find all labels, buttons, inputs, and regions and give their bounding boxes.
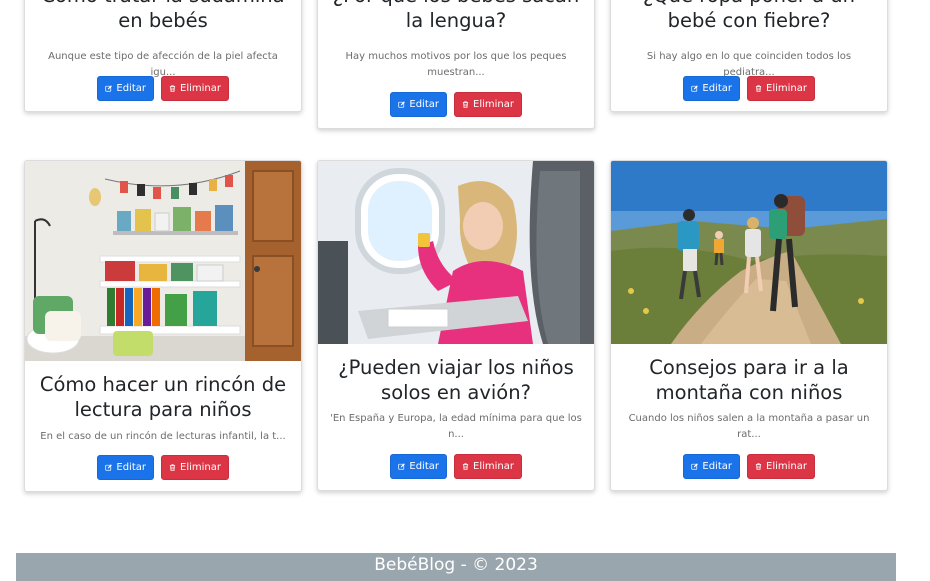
post-title[interactable]: Cómo hacer un rincón de lectura para niñ…: [33, 372, 293, 422]
post-image[interactable]: [318, 161, 594, 344]
post-actions: Editar Eliminar: [611, 76, 887, 101]
delete-button[interactable]: Eliminar: [454, 454, 522, 479]
pencil-square-icon: [398, 101, 405, 108]
post-image[interactable]: [611, 161, 887, 344]
trash-icon: [169, 464, 176, 471]
edit-button[interactable]: Editar: [390, 454, 447, 479]
edit-button-label: Editar: [116, 83, 146, 94]
post-title[interactable]: ¿Por qué los bebés sacan la lengua?: [326, 0, 586, 33]
edit-button[interactable]: Editar: [97, 455, 154, 480]
post-actions: Editar Eliminar: [25, 455, 301, 480]
delete-button-label: Eliminar: [473, 99, 514, 110]
edit-button[interactable]: Editar: [97, 76, 154, 101]
edit-button-label: Editar: [702, 461, 732, 472]
post-title[interactable]: ¿Pueden viajar los niños solos en avión?: [326, 355, 586, 405]
post-card: ¿Pueden viajar los niños solos en avión?…: [317, 160, 595, 491]
post-card: ¿Por qué los bebés sacan la lengua? Hay …: [317, 0, 595, 129]
delete-button[interactable]: Eliminar: [454, 92, 522, 117]
edit-button[interactable]: Editar: [683, 454, 740, 479]
post-title[interactable]: ¿Qué ropa poner a un bebé con fiebre?: [619, 0, 879, 33]
post-card: Consejos para ir a la montaña con niños …: [610, 160, 888, 491]
delete-button-label: Eliminar: [766, 83, 807, 94]
edit-button-label: Editar: [702, 83, 732, 94]
delete-button-label: Eliminar: [180, 462, 221, 473]
delete-button[interactable]: Eliminar: [747, 454, 815, 479]
trash-icon: [169, 85, 176, 92]
post-actions: Editar Eliminar: [611, 454, 887, 479]
delete-button-label: Eliminar: [766, 461, 807, 472]
trash-icon: [755, 463, 762, 470]
pencil-square-icon: [691, 85, 698, 92]
trash-icon: [462, 101, 469, 108]
delete-button-label: Eliminar: [180, 83, 221, 94]
post-title[interactable]: Consejos para ir a la montaña con niños: [619, 355, 879, 405]
pencil-square-icon: [398, 463, 405, 470]
page-footer: BebéBlog - © 2023: [16, 553, 896, 581]
delete-button[interactable]: Eliminar: [161, 455, 229, 480]
pencil-square-icon: [105, 464, 112, 471]
footer-text: BebéBlog - © 2023: [374, 555, 538, 575]
post-actions: Editar Eliminar: [25, 76, 301, 101]
post-actions: Editar Eliminar: [318, 92, 594, 117]
delete-button[interactable]: Eliminar: [747, 76, 815, 101]
delete-button-label: Eliminar: [473, 461, 514, 472]
post-card: Cómo tratar la sudamina en bebés Aunque …: [24, 0, 302, 112]
edit-button-label: Editar: [409, 461, 439, 472]
edit-button[interactable]: Editar: [683, 76, 740, 101]
delete-button[interactable]: Eliminar: [161, 76, 229, 101]
post-title[interactable]: Cómo tratar la sudamina en bebés: [33, 0, 293, 33]
post-image[interactable]: [25, 161, 301, 361]
edit-button-label: Editar: [409, 99, 439, 110]
trash-icon: [755, 85, 762, 92]
pencil-square-icon: [691, 463, 698, 470]
post-excerpt: Hay muchos motivos por los que los peque…: [345, 51, 567, 78]
post-card: ¿Qué ropa poner a un bebé con fiebre? Si…: [610, 0, 888, 112]
edit-button-label: Editar: [116, 462, 146, 473]
edit-button[interactable]: Editar: [390, 92, 447, 117]
post-excerpt: En el caso de un rincón de lecturas infa…: [40, 431, 286, 442]
pencil-square-icon: [105, 85, 112, 92]
post-card: Cómo hacer un rincón de lectura para niñ…: [24, 160, 302, 492]
post-excerpt: Cuando los niños salen a la montaña a pa…: [628, 413, 870, 440]
trash-icon: [462, 463, 469, 470]
post-actions: Editar Eliminar: [318, 454, 594, 479]
post-excerpt: 'En España y Europa, la edad mínima para…: [330, 413, 582, 440]
